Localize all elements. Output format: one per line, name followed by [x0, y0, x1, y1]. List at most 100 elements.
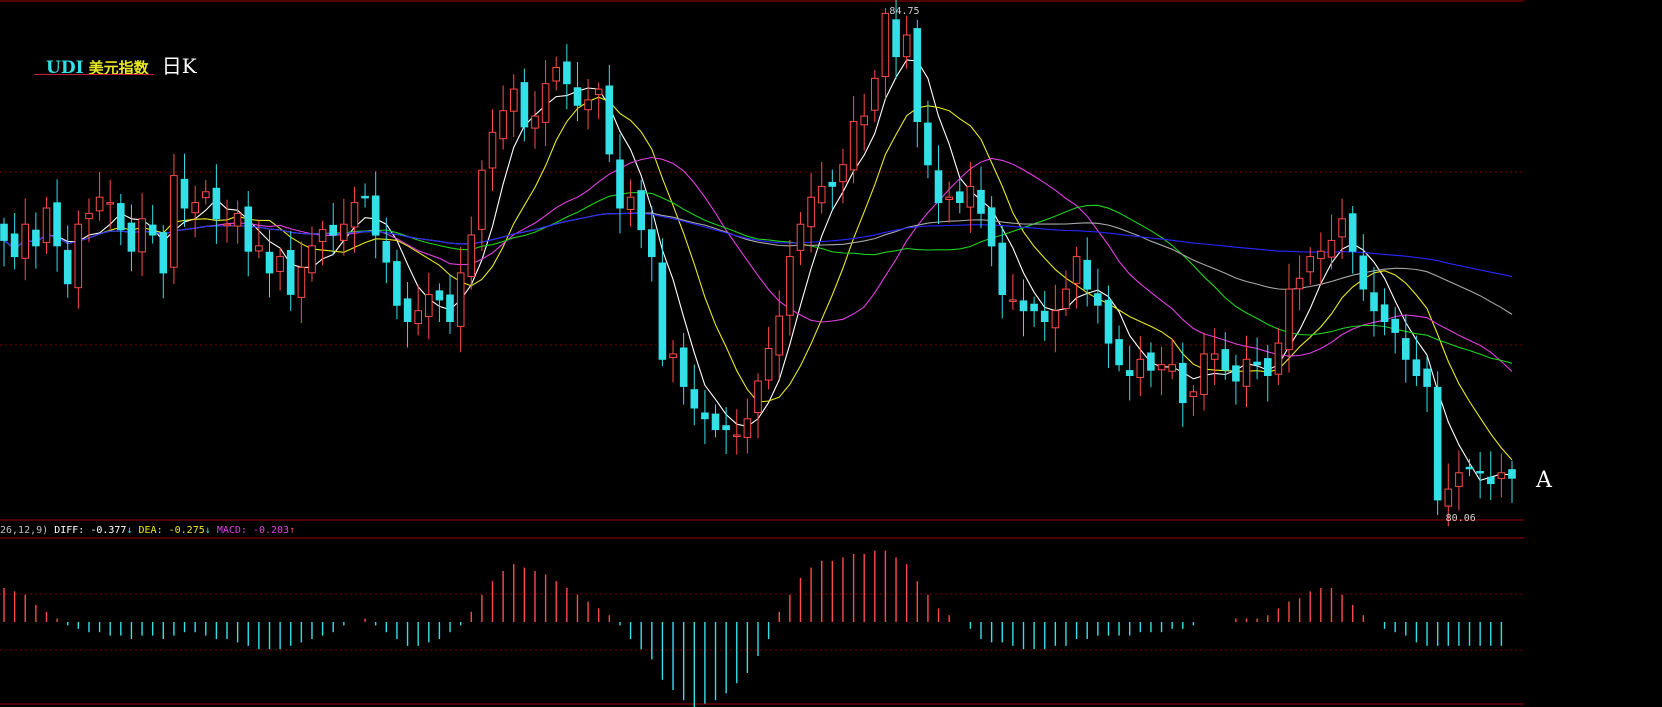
candle-body — [95, 196, 104, 212]
candle-body — [1348, 213, 1357, 252]
candle-body — [414, 310, 422, 325]
candle-body — [10, 233, 19, 258]
candle-body — [626, 196, 635, 210]
candle-body — [1455, 472, 1463, 487]
candle-body — [478, 169, 486, 230]
candle-body — [1274, 342, 1283, 375]
candle-body — [1359, 255, 1368, 290]
grid-lines — [0, 0, 1524, 705]
candle-body — [1423, 368, 1431, 387]
candle-body — [63, 249, 72, 285]
candle-body — [53, 202, 61, 247]
candle-body — [977, 189, 985, 214]
candle-body — [393, 261, 401, 306]
ma120-line — [3, 212, 1513, 278]
candle-body — [902, 34, 911, 58]
candle-body — [1327, 239, 1336, 258]
candle-body — [1157, 364, 1166, 371]
candle-body — [807, 196, 815, 228]
position-marker: A — [1536, 468, 1552, 493]
dea-arrow-icon: ↓ — [204, 525, 211, 536]
candle-body — [138, 218, 146, 253]
candle-body — [21, 223, 29, 259]
candle-body — [244, 206, 253, 252]
candle-body — [786, 256, 794, 316]
candle-body — [1487, 476, 1495, 485]
candle-body — [1189, 391, 1198, 397]
diff-label: DIFF: — [54, 525, 91, 536]
candle-body — [658, 262, 667, 360]
candle-body — [1210, 353, 1219, 360]
candle-body — [1465, 466, 1474, 470]
candle-body — [1125, 370, 1134, 377]
candle-body — [170, 175, 178, 268]
candle-body — [350, 202, 359, 228]
candle-body — [1497, 472, 1506, 479]
candle-body — [764, 348, 773, 381]
candle-body — [594, 88, 603, 96]
candle-body — [403, 298, 412, 322]
candle-body — [159, 232, 168, 274]
candle-body — [127, 222, 136, 252]
candle-body — [690, 389, 699, 409]
candle-body — [541, 83, 550, 123]
candle-body — [1168, 364, 1177, 372]
candle-body — [488, 131, 497, 169]
low-price-label: 80.06 — [1446, 513, 1476, 524]
candle-body — [775, 315, 784, 356]
candle-body — [679, 347, 688, 387]
candle-body — [1232, 365, 1240, 382]
candle-body — [998, 242, 1007, 295]
candle-body — [1051, 310, 1060, 329]
candle-body — [1444, 488, 1453, 507]
candle-body — [1508, 469, 1516, 479]
candle-body — [1062, 288, 1070, 310]
candle-body — [1136, 358, 1145, 378]
candle-body — [255, 245, 263, 252]
candle-body — [148, 224, 157, 236]
candle-body — [1380, 304, 1389, 322]
candle-body — [425, 294, 433, 317]
macd-arrow-icon: ↑ — [289, 525, 296, 536]
candle-body — [74, 223, 83, 289]
candle-body — [945, 196, 954, 200]
candle-body — [733, 434, 741, 437]
macd-value: -0.203 — [252, 525, 290, 536]
candle-body — [860, 115, 869, 126]
macd-label: MACD: — [216, 525, 253, 536]
candle-body — [1083, 259, 1092, 290]
candle-body — [467, 234, 476, 277]
candle-body — [669, 353, 677, 358]
candle-body — [552, 67, 561, 82]
candle-body — [584, 99, 592, 111]
candle-body — [701, 412, 709, 420]
dea-label: DEA: — [138, 525, 169, 536]
candle-body — [371, 195, 380, 236]
candle-body — [573, 87, 582, 106]
candle-body — [329, 224, 337, 236]
candle-body — [531, 115, 539, 129]
candle-body — [828, 181, 837, 187]
candle-body — [1402, 338, 1410, 360]
candle-body — [117, 203, 125, 231]
candle-body — [966, 185, 975, 208]
candle-body — [106, 202, 115, 205]
candle-body — [743, 418, 752, 438]
candle-body — [849, 121, 858, 171]
candle-body — [605, 85, 614, 155]
candle-body — [456, 272, 465, 327]
candle-body — [1433, 386, 1442, 501]
candle-body — [1370, 292, 1378, 312]
candle-body — [1030, 303, 1038, 312]
candle-body — [1072, 256, 1081, 284]
candle-body — [1264, 358, 1272, 377]
candle-body — [1253, 361, 1261, 366]
candle-body — [191, 202, 199, 214]
candle-body — [510, 88, 518, 112]
candle-body — [956, 191, 964, 203]
candlesticks — [0, 0, 1516, 527]
candle-body — [1306, 256, 1315, 273]
candle-body — [1094, 293, 1102, 306]
candle-body — [1200, 353, 1208, 396]
candle-body — [1412, 359, 1421, 376]
